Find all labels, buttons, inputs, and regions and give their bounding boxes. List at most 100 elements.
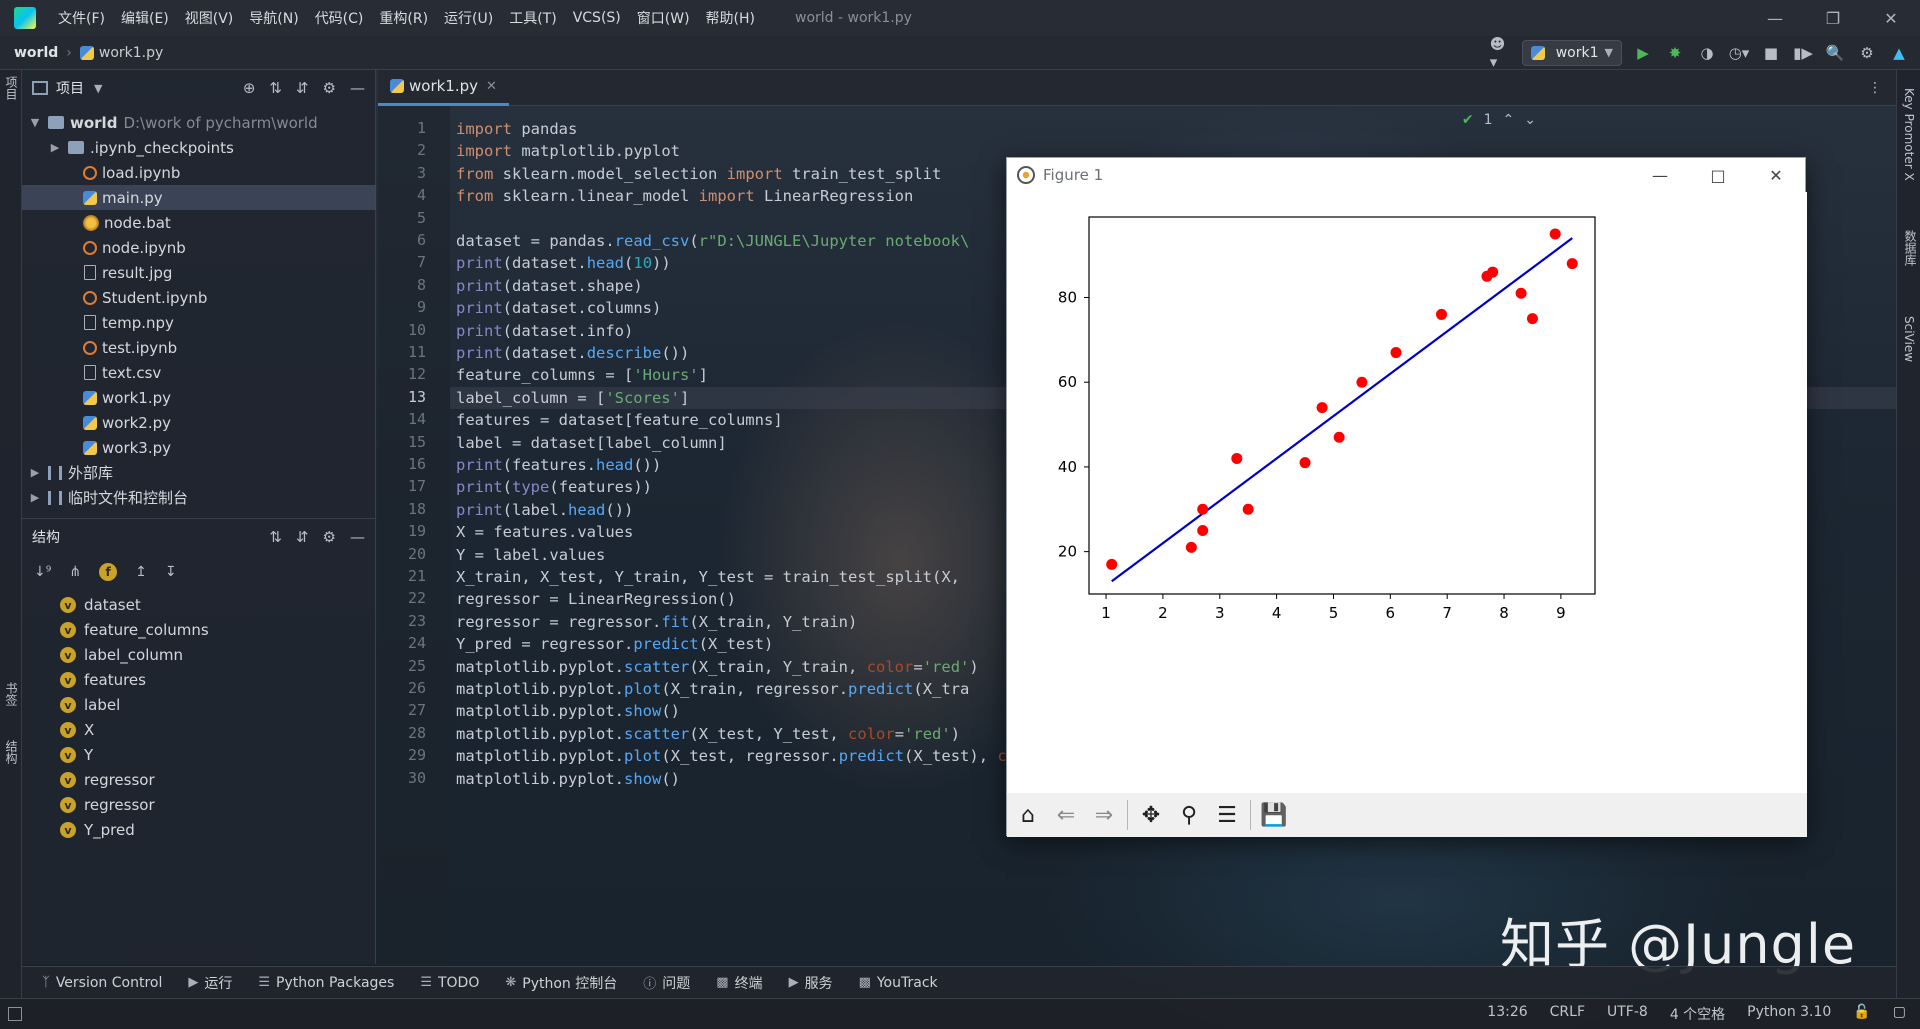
toggle-tool-windows-icon[interactable] [8,1007,22,1021]
tree-scratches[interactable]: ▶ 临时文件和控制台 [22,485,376,510]
structure-item[interactable]: v feature_columns [60,618,209,642]
tree-item[interactable]: work3.py [22,435,376,460]
tree-item[interactable]: ▶ .ipynb_checkpoints [22,135,376,160]
menu-refactor[interactable]: 重构(R) [371,8,436,28]
file-encoding[interactable]: UTF-8 [1607,1004,1648,1024]
gear-icon[interactable]: ⚙ [323,528,336,546]
tool-problems[interactable]: ⓘ 问题 [643,973,690,993]
figure-titlebar[interactable]: Figure 1 — □ ✕ [1007,158,1805,192]
chevron-down-icon[interactable]: ⌄ [1524,112,1536,128]
tree-item[interactable]: main.py [22,185,376,210]
search-icon[interactable]: 🔍 [1824,42,1846,64]
menu-run[interactable]: 运行(U) [436,8,501,28]
structure-item[interactable]: v dataset [60,593,141,617]
back-arrow-icon[interactable]: ⇐ [1049,798,1083,832]
tree-item[interactable]: text.csv [22,360,376,385]
structure-item[interactable]: v label_column [60,643,183,667]
structure-tool-button[interactable]: 结构 [3,740,20,764]
sciview-toggle-icon[interactable]: ▮▶ [1792,42,1814,64]
tool-python-console[interactable]: ❋ Python 控制台 [505,973,617,993]
navigate-to-source-icon[interactable]: ↧ [165,564,177,580]
tool-run[interactable]: ▶ 运行 [188,973,232,993]
tool-python-packages[interactable]: ☰ Python Packages [258,975,394,991]
hide-icon[interactable]: — [350,79,365,97]
locate-icon[interactable]: ⊕ [243,79,256,97]
menu-edit[interactable]: 编辑(E) [113,8,177,28]
jetbrains-logo-icon[interactable]: ▲ [1888,42,1910,64]
breadcrumb-project[interactable]: world [14,45,58,61]
expand-all-icon[interactable]: ⇅ [269,528,282,546]
project-tool-button[interactable]: 项目 [3,76,20,100]
more-tabs-icon[interactable]: ⋮ [1868,80,1882,96]
chevron-down-icon[interactable]: ▼ [94,82,102,95]
structure-item[interactable]: v label [60,693,120,717]
database-tool-button[interactable]: 数据库 [1902,230,1919,266]
close-icon[interactable]: ✕ [1747,166,1805,185]
hide-icon[interactable]: — [350,528,365,546]
lock-icon[interactable]: 🔓 [1853,1004,1870,1024]
menu-help[interactable]: 帮助(H) [698,8,763,28]
tool-services[interactable]: ▶ 服务 [789,973,833,993]
sort-alphabetically-icon[interactable]: ↓⁹ [34,564,51,580]
line-separator[interactable]: CRLF [1550,1004,1585,1024]
tool-youtrack[interactable]: ▩ YouTrack [859,975,938,991]
breadcrumb-file[interactable]: work1.py [79,45,163,61]
debug-icon[interactable]: ✸ [1664,42,1686,64]
tab-work1[interactable]: work1.py ✕ [378,70,509,106]
bookmarks-tool-button[interactable]: 书签 [3,682,20,706]
show-inherited-icon[interactable]: ⋔ [69,564,81,580]
key-promoter-tool-button[interactable]: Key Promoter X [1902,88,1916,181]
menu-tools[interactable]: 工具(T) [501,8,564,28]
structure-item[interactable]: v Y_pred [60,818,135,842]
sciview-tool-button[interactable]: SciView [1902,316,1916,362]
home-icon[interactable]: ⌂ [1011,798,1045,832]
zoom-icon[interactable]: ⚲ [1172,798,1206,832]
navigate-from-source-icon[interactable]: ↥ [135,564,147,580]
maximize-icon[interactable]: □ [1689,166,1747,185]
run-configuration-select[interactable]: work1 ▼ [1521,39,1622,66]
tree-item[interactable]: node.ipynb [22,235,376,260]
structure-item[interactable]: v features [60,668,146,692]
chevron-right-icon[interactable]: ▶ [28,466,42,479]
tree-item[interactable]: result.jpg [22,260,376,285]
stop-icon[interactable]: ■ [1760,42,1782,64]
tree-item[interactable]: work2.py [22,410,376,435]
tree-item[interactable]: work1.py [22,385,376,410]
menu-navigate[interactable]: 导航(N) [241,8,306,28]
code-line[interactable]: from sklearn.linear_model import LinearR… [456,183,913,210]
chevron-right-icon[interactable]: ▶ [48,141,62,154]
save-icon[interactable]: 💾 [1257,798,1291,832]
structure-item[interactable]: v regressor [60,768,155,792]
menu-window[interactable]: 窗口(W) [629,8,698,28]
chevron-up-icon[interactable]: ⌃ [1503,112,1515,128]
structure-item[interactable]: vX [60,718,94,742]
menu-file[interactable]: 文件(F) [50,8,113,28]
coverage-icon[interactable]: ◑ [1696,42,1718,64]
indent-setting[interactable]: 4 个空格 [1670,1004,1725,1024]
profile-icon[interactable]: ◷▾ [1728,42,1750,64]
collapse-all-icon[interactable]: ⇵ [296,79,309,97]
notifications-icon[interactable]: ▢ [1893,1004,1906,1024]
user-icon[interactable]: ☻▾ [1490,35,1512,71]
tree-root-world[interactable]: ▼ world D:\work of pycharm\world [22,110,376,135]
tree-item[interactable]: test.ipynb [22,335,376,360]
show-fields-icon[interactable]: f [99,563,118,581]
chevron-down-icon[interactable]: ▼ [28,116,42,129]
tree-item[interactable]: node.bat [22,210,376,235]
minimize-icon[interactable]: — [1631,166,1689,185]
project-panel-title[interactable]: 项目 [56,78,84,98]
tree-item[interactable]: Student.ipynb [22,285,376,310]
structure-item[interactable]: v regressor [60,793,155,817]
gear-icon[interactable]: ⚙ [323,79,336,97]
close-icon[interactable]: ✕ [1862,9,1920,28]
code-line[interactable]: matplotlib.pyplot.show() [456,766,680,793]
structure-item[interactable]: vY [60,743,93,767]
inspection-widget[interactable]: ✔ 1 ⌃ ⌄ [1462,112,1536,128]
chevron-right-icon[interactable]: ▶ [28,491,42,504]
close-tab-icon[interactable]: ✕ [486,79,497,94]
minimize-icon[interactable]: — [1746,9,1804,28]
collapse-all-icon[interactable]: ⇵ [296,528,309,546]
python-interpreter[interactable]: Python 3.10 [1747,1004,1831,1024]
settings-gear-icon[interactable]: ⚙ [1856,42,1878,64]
menu-code[interactable]: 代码(C) [307,8,372,28]
